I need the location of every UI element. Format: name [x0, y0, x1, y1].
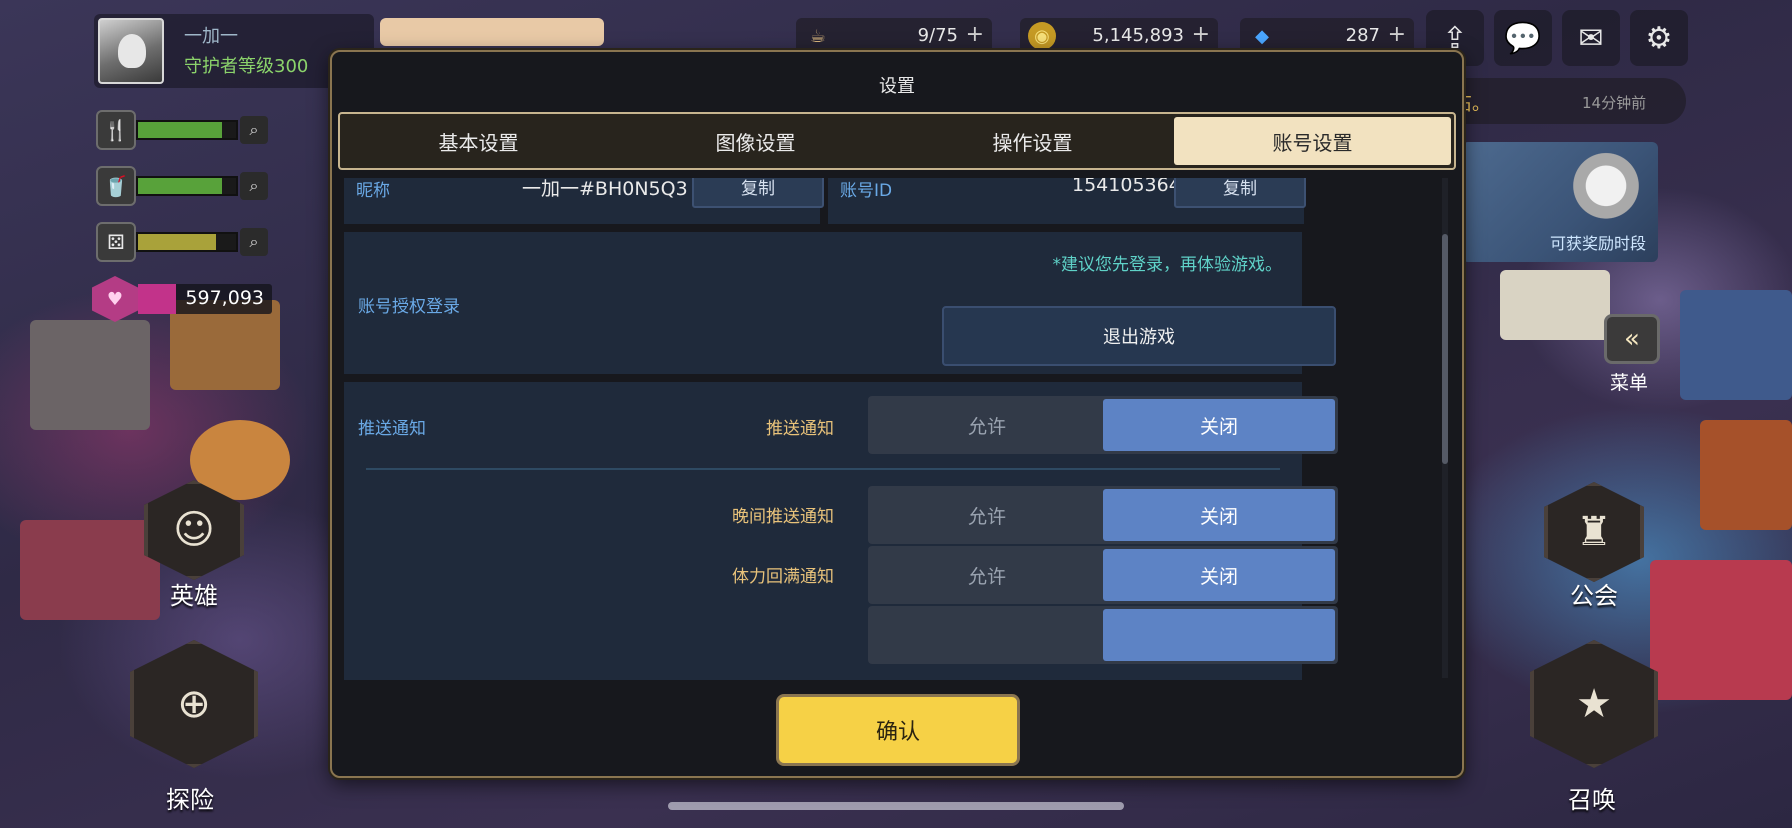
drink-bar: [136, 176, 238, 196]
event-character-art: [1564, 148, 1648, 232]
night-push-allow-option[interactable]: 允许: [871, 489, 1103, 541]
tab-graphics-settings[interactable]: 图像设置: [617, 114, 894, 168]
add-stamina-button[interactable]: +: [966, 22, 984, 47]
guild-label: 公会: [1570, 582, 1618, 610]
stamina-full-label: 体力回满通知: [732, 567, 834, 587]
nickname-panel: 昵称 一加一#BH0N5Q3 复制: [344, 178, 824, 224]
diamond-value: 287: [1345, 25, 1380, 46]
confirm-button[interactable]: 确认: [776, 694, 1020, 766]
settings-tabs: 基本设置 图像设置 操作设置 账号设置: [338, 112, 1456, 170]
search-icon[interactable]: ⌕: [240, 172, 268, 200]
home-indicator[interactable]: [668, 802, 1124, 810]
heart-gem-icon: ♥: [92, 276, 138, 322]
building-top-left: [380, 18, 604, 46]
copy-nickname-button[interactable]: 复制: [692, 178, 824, 208]
stamina-full-toggle: 允许 关闭: [868, 546, 1338, 604]
scrollbar-thumb[interactable]: [1442, 234, 1448, 464]
stamina-full-allow-option[interactable]: 允许: [871, 549, 1103, 601]
collapse-menu-button[interactable]: «: [1604, 314, 1660, 364]
event-label: 可获奖励时段: [1549, 234, 1646, 253]
tab-basic-settings[interactable]: 基本设置: [340, 114, 617, 168]
building-cart: [20, 520, 160, 620]
login-hint: *建议您先登录，再体验游戏。: [1052, 255, 1283, 275]
stamina-full-off-option[interactable]: 关闭: [1103, 549, 1335, 601]
stat-food: 🍴 ⌕: [96, 110, 276, 150]
resource-diamond: ◆ 287 +: [1240, 18, 1414, 54]
stamina-value: 9/75: [917, 25, 958, 46]
hero-label: 英雄: [170, 582, 218, 610]
push-notification-panel: 推送通知 推送通知 允许 关闭 晚间推送通知 允许 关闭 体力回满通知 允许 关…: [344, 382, 1338, 680]
building-right-bottom: [1650, 560, 1792, 700]
night-push-off-option[interactable]: 关闭: [1103, 489, 1335, 541]
account-id-panel: 账号ID 1541053647 复制: [828, 178, 1306, 224]
dialog-title: 设置: [879, 76, 915, 97]
exit-game-button[interactable]: 退出游戏: [942, 306, 1336, 366]
diamond-icon: ◆: [1255, 25, 1269, 47]
partial-allow-option[interactable]: [871, 609, 1103, 661]
section-divider: [366, 468, 1280, 470]
resource-stamina: ☕ 9/75 +: [796, 18, 992, 54]
gem-counter: 597,093 ♥: [92, 276, 282, 322]
coffee-icon: ☕: [809, 25, 827, 47]
push-allow-option[interactable]: 允许: [871, 399, 1103, 451]
nickname-label: 昵称: [356, 181, 390, 201]
menu-label: 菜单: [1610, 372, 1649, 394]
gem-bar: 597,093: [138, 284, 272, 314]
night-push-toggle: 允许 关闭: [868, 486, 1338, 544]
player-avatar[interactable]: [98, 18, 164, 84]
summon-label: 召唤: [1568, 786, 1616, 814]
cup-icon: 🥤: [96, 166, 136, 206]
account-id-label: 账号ID: [840, 181, 893, 201]
settings-content[interactable]: 昵称 一加一#BH0N5Q3 复制 账号ID 1541053647 复制 账号授…: [344, 178, 1448, 680]
gear-icon[interactable]: ⚙: [1630, 10, 1688, 66]
push-notification-toggle: 允许 关闭: [868, 396, 1338, 454]
add-gold-button[interactable]: +: [1192, 22, 1210, 47]
partial-off-option[interactable]: [1103, 609, 1335, 661]
resource-gold: ◉ 5,145,893 +: [1020, 18, 1218, 54]
building-right-top: [1680, 290, 1792, 400]
search-icon[interactable]: ⌕: [240, 228, 268, 256]
building-right-mid: [1700, 420, 1792, 530]
fun-bar: [136, 232, 238, 252]
night-push-label: 晚间推送通知: [732, 507, 834, 527]
gold-value: 5,145,893: [1092, 25, 1184, 46]
account-auth-panel: 账号授权登录 *建议您先登录，再体验游戏。 退出游戏: [344, 232, 1336, 374]
building-plaza: [1500, 270, 1610, 340]
nickname-value: 一加一#BH0N5Q3: [522, 178, 688, 200]
tab-control-settings[interactable]: 操作设置: [894, 114, 1171, 168]
copy-account-id-button[interactable]: 复制: [1174, 178, 1306, 208]
tab-account-settings[interactable]: 账号设置: [1174, 117, 1451, 165]
push-off-option[interactable]: 关闭: [1103, 399, 1335, 451]
gold-coin-icon: ◉: [1028, 22, 1056, 50]
stat-drink: 🥤 ⌕: [96, 166, 276, 206]
building-shop: [30, 320, 150, 430]
dice-icon: ⚄: [96, 222, 136, 262]
event-banner[interactable]: 可获奖励时段: [1462, 142, 1658, 262]
stat-fun: ⚄ ⌕: [96, 222, 276, 262]
push-notification-label: 推送通知: [766, 419, 834, 439]
gem-value: 597,093: [185, 287, 264, 309]
next-notification-toggle-partial: [868, 606, 1338, 664]
settings-dialog: 设置 基本设置 图像设置 操作设置 账号设置 昵称 一加一#BH0N5Q3 复制…: [330, 50, 1464, 778]
explore-label: 探险: [166, 786, 214, 814]
notice-time: 14分钟前: [1582, 94, 1647, 112]
scrollbar-track[interactable]: [1442, 178, 1448, 678]
player-name: 一加一: [184, 26, 238, 47]
search-icon[interactable]: ⌕: [240, 116, 268, 144]
notice-ticker[interactable]: 石。 14分钟前: [1450, 78, 1686, 124]
chat-icon[interactable]: 💬: [1494, 10, 1552, 66]
push-section-label: 推送通知: [358, 419, 426, 439]
fork-knife-icon: 🍴: [96, 110, 136, 150]
player-level: 守护者等级300: [184, 56, 309, 77]
mail-icon[interactable]: ✉: [1562, 10, 1620, 66]
food-bar: [136, 120, 238, 140]
add-diamond-button[interactable]: +: [1388, 22, 1406, 47]
account-auth-label: 账号授权登录: [358, 297, 460, 317]
